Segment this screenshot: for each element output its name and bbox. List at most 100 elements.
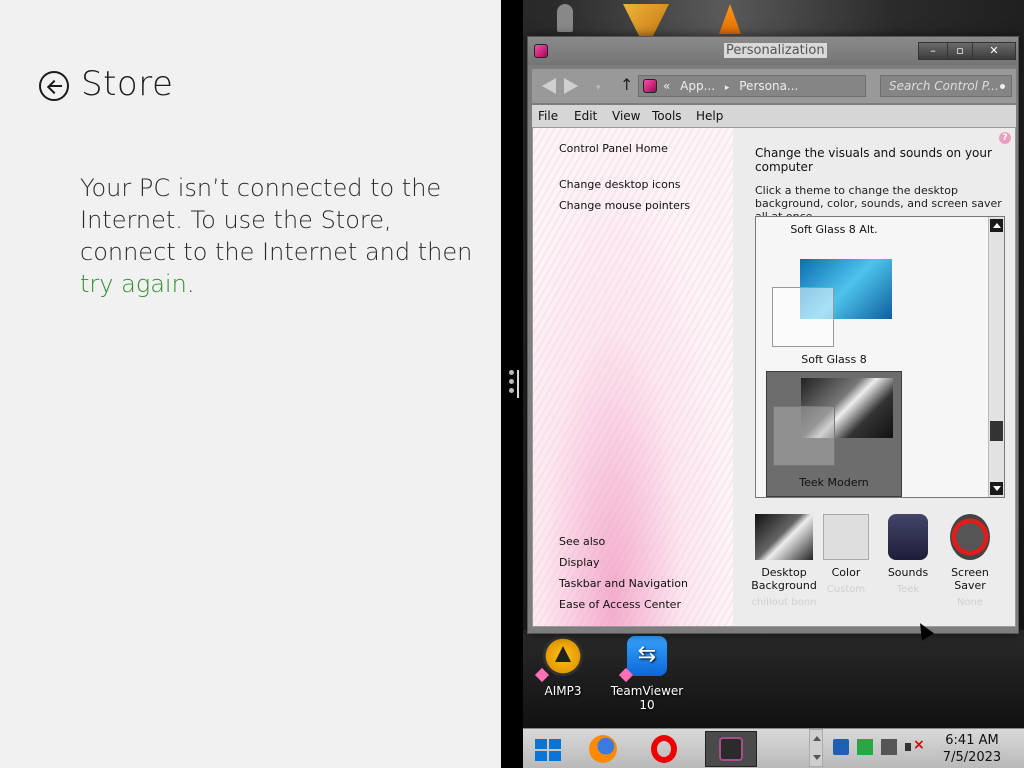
theme-soft-glass-8-alt[interactable]: Soft Glass 8 Alt. [766, 217, 902, 239]
theme-soft-glass-8[interactable]: Soft Glass 8 [766, 253, 902, 366]
left-pane: Control Panel Home Change desktop icons … [533, 128, 733, 626]
heart-badge-icon [618, 667, 634, 683]
see-also-heading: See also [559, 535, 606, 548]
theme-teek-modern[interactable]: Teek Modern [766, 371, 902, 497]
scrollbar-thumb[interactable] [990, 421, 1003, 441]
window-titlebar[interactable]: Personalization – ▫ ✕ [528, 37, 1018, 65]
aimp-icon [534, 636, 583, 683]
start-button[interactable] [533, 733, 573, 765]
address-prefix: « [663, 79, 671, 93]
breadcrumb-personalization[interactable]: Persona... [739, 79, 798, 93]
taskbar-opera[interactable] [645, 733, 685, 765]
menu-tools[interactable]: Tools [652, 109, 682, 123]
taskbar-personalization[interactable] [705, 731, 757, 767]
breadcrumb-all-control-panel[interactable]: App... [680, 79, 715, 93]
desktop-icon-teamviewer[interactable]: TeamViewer 10 [607, 636, 687, 712]
window-content: Control Panel Home Change desktop icons … [532, 127, 1016, 627]
ease-of-access-link[interactable]: Ease of Access Center [559, 598, 681, 611]
store-title: Store [81, 64, 174, 104]
close-button[interactable]: ✕ [972, 42, 1016, 60]
sounds-button[interactable]: Sounds Teek [875, 514, 941, 596]
screen-saver-label: Screen Saver [951, 566, 989, 592]
taskbar: 6:41 AM 7/5/2023 [523, 728, 1024, 768]
control-panel-icon [643, 79, 657, 93]
control-panel-home-link[interactable]: Control Panel Home [559, 142, 668, 155]
desktop-icon-aimp3[interactable]: AIMP3 [523, 636, 603, 698]
search-input[interactable]: Search Control P... [880, 75, 1012, 97]
tray-flag-icon[interactable] [857, 739, 873, 755]
color-label: Color [831, 566, 861, 579]
network-disconnected-icon[interactable] [881, 739, 897, 755]
theme-settings-row: Desktop Background chillout bonn Color C… [751, 514, 1015, 624]
clock-date: 7/5/2023 [942, 750, 1002, 765]
back-icon[interactable] [542, 78, 556, 94]
recent-locations-icon[interactable]: ▾ [596, 83, 601, 93]
figure-icon[interactable] [557, 4, 573, 32]
sounds-value: Teek [896, 584, 920, 595]
back-arrow-icon[interactable] [39, 71, 69, 101]
teamviewer-icon [618, 636, 667, 683]
splitter-bar[interactable] [517, 370, 519, 398]
help-icon[interactable]: ? [999, 132, 1011, 144]
snap-splitter[interactable] [501, 0, 523, 768]
color-value: Custom [826, 584, 866, 595]
theme-label: Teek Modern [799, 476, 869, 489]
opera-icon [651, 735, 677, 763]
maximize-button[interactable]: ▫ [947, 42, 973, 60]
sounds-icon [888, 514, 928, 560]
theme-label: Soft Glass 8 [801, 353, 867, 366]
search-icon[interactable] [1000, 84, 1005, 89]
page-heading: Change the visuals and sounds on your co… [755, 146, 992, 174]
offline-message: Your PC isn’t connected to the Internet.… [80, 172, 480, 300]
screen-saver-value: None [956, 597, 984, 608]
screen-saver-icon [950, 514, 990, 560]
personalization-window: Personalization – ▫ ✕ ▾ ↑ « App... ▸ Per… [527, 36, 1019, 634]
theme-thumbnail [766, 253, 902, 347]
menu-file[interactable]: File [538, 109, 558, 123]
offline-message-end: . [186, 270, 195, 298]
firefox-icon [589, 735, 617, 763]
breadcrumb-separator-icon: ▸ [724, 83, 730, 93]
desktop-icon-label: TeamViewer 10 [610, 684, 684, 712]
try-again-link[interactable]: try again [80, 270, 187, 298]
desktop-background-button[interactable]: Desktop Background chillout bonn [751, 514, 817, 609]
desktop-icon-label: AIMP3 [544, 684, 582, 698]
display-link[interactable]: Display [559, 556, 600, 569]
change-mouse-pointers-link[interactable]: Change mouse pointers [559, 199, 690, 212]
tray-app-icon[interactable] [833, 739, 849, 755]
window-title: Personalization [724, 43, 827, 58]
forward-icon[interactable] [564, 78, 578, 94]
store-app: Store Your PC isn’t connected to the Int… [0, 0, 501, 768]
personalization-app-icon[interactable] [534, 44, 548, 58]
scroll-down-icon[interactable] [990, 482, 1003, 495]
desktop-background-value: chillout bonn [751, 597, 817, 608]
taskbar-scroll-control[interactable] [809, 729, 823, 767]
clock[interactable]: 6:41 AM 7/5/2023 [931, 732, 1013, 766]
offline-message-text: Your PC isn’t connected to the Internet.… [80, 174, 473, 266]
screen-saver-button[interactable]: Screen Saver None [937, 514, 1003, 609]
heart-badge-icon [534, 667, 550, 683]
volume-muted-icon[interactable] [905, 737, 925, 755]
navigation-bar: ▾ ↑ « App... ▸ Persona... ▾ ↻ Search Con… [532, 69, 1016, 103]
address-bar[interactable]: « App... ▸ Persona... ▾ ↻ [638, 75, 968, 97]
theme-list[interactable]: Soft Glass 8 Alt. Soft Glass 8 Teek Mode… [755, 216, 1005, 498]
change-desktop-icons-link[interactable]: Change desktop icons [559, 178, 681, 191]
theme-label: Soft Glass 8 Alt. [790, 223, 878, 236]
vlc-icon[interactable] [719, 4, 741, 34]
windows-logo-icon [535, 739, 561, 761]
minimize-button[interactable]: – [918, 42, 948, 60]
scroll-up-icon[interactable] [990, 219, 1003, 232]
splitter-grip-icon[interactable] [509, 370, 515, 398]
menu-help[interactable]: Help [696, 109, 723, 123]
menu-bar: File Edit View Tools Help [532, 105, 1016, 127]
up-arrow-icon[interactable]: ↑ [620, 75, 633, 94]
color-swatch-icon [823, 514, 869, 560]
menu-view[interactable]: View [612, 109, 640, 123]
taskbar-firefox[interactable] [585, 733, 625, 765]
right-pane: ? Change the visuals and sounds on your … [733, 128, 1015, 626]
color-button[interactable]: Color Custom [813, 514, 879, 596]
vegas-icon[interactable] [623, 4, 669, 36]
theme-list-scrollbar[interactable] [988, 217, 1004, 497]
menu-edit[interactable]: Edit [574, 109, 597, 123]
taskbar-navigation-link[interactable]: Taskbar and Navigation [559, 577, 688, 590]
